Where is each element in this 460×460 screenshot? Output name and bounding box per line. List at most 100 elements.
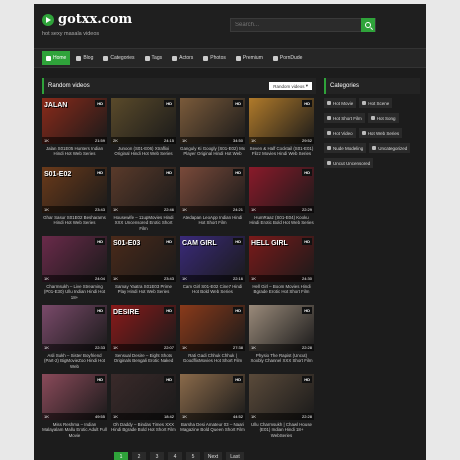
video-thumbnail[interactable]: HD 2K 24:15 — [111, 98, 176, 144]
nav-porndude[interactable]: PornDude — [269, 51, 307, 65]
video-thumbnail[interactable]: HD 1K 22:28 — [249, 374, 314, 420]
video-title[interactable]: Ullu Charmsukh | Chawl House (E01) India… — [249, 422, 314, 438]
hd-badge: HD — [302, 376, 312, 383]
category-tag[interactable]: Hot Movie — [324, 98, 357, 108]
category-tag[interactable]: Hot Song — [367, 113, 399, 123]
video-thumbnail[interactable]: HD 1K 22:46 — [111, 167, 176, 213]
video-card[interactable]: HD 1K 24:04 Charmsukh – Live Streaming (P01… — [42, 236, 107, 305]
page-last[interactable]: Last — [226, 452, 244, 460]
video-title[interactable]: Atedapan LeoApp Indian Hindi Hot Short F… — [180, 215, 245, 231]
logo-text: gotxx.com — [58, 12, 133, 27]
video-meta: 1K 22:28 — [249, 344, 314, 351]
video-title[interactable]: Junoon (S01-E06) Xtraflixi Original Hind… — [111, 146, 176, 162]
video-title[interactable]: Sensual Desire – Eight Shots Originals B… — [111, 353, 176, 369]
video-thumbnail[interactable]: JALAN HD 1K 21:59 — [42, 98, 107, 144]
category-tag[interactable]: Hot Short Film — [324, 113, 365, 123]
video-thumbnail[interactable]: HD 1K 49:55 — [42, 374, 107, 420]
video-title[interactable]: Hell Girl – Boom Movies Hindi Bgrade Ero… — [249, 284, 314, 300]
view-count: 1K — [113, 276, 118, 281]
video-card[interactable]: HD 1K 27:38 Rati Gadi Chhuk Chhuk | Goodfli… — [180, 305, 245, 374]
video-card[interactable]: DESIRE HD 1K 22:07 Sensual Desire – Eight Sh… — [111, 305, 176, 374]
hd-badge: HD — [233, 169, 243, 176]
video-thumbnail[interactable]: HD 1K 44:52 — [180, 374, 245, 420]
video-thumbnail[interactable]: HD 1K 34:50 — [180, 98, 245, 144]
video-thumbnail[interactable]: HD 1K 24:04 — [42, 236, 107, 282]
video-title[interactable]: Asli Sukh – Sister Boyfriend (Part-2) Bi… — [42, 353, 107, 369]
video-thumbnail[interactable]: HD 1K 22:29 — [249, 167, 314, 213]
page-frame: gotxx.com hot sexy masala videos Home Blo… — [34, 4, 426, 460]
video-title[interactable]: Seven & Half Cocktail (S01-E01) Flizz Mo… — [249, 146, 314, 162]
video-title[interactable]: Physio The Rapist (Uncut) Xoxbly Channel… — [249, 353, 314, 369]
video-card[interactable]: HD 1K 22:33 Asli Sukh – Sister Boyfriend (P… — [42, 305, 107, 374]
page-next[interactable]: Next — [204, 452, 222, 460]
video-card[interactable]: S01-E03 HD 1K 23:43 Samay Yaatra S01E03 Prim… — [111, 236, 176, 305]
video-title[interactable]: Jalan S01E05 Hunters Indian Hindi Hot We… — [42, 146, 107, 162]
video-thumbnail[interactable]: HD 1K 22:33 — [42, 305, 107, 351]
video-title[interactable]: Oh Daddy – Bindas Times XXX Hindi Bgrade… — [111, 422, 176, 438]
page-2[interactable]: 2 — [132, 452, 146, 460]
nav-home[interactable]: Home — [42, 51, 71, 65]
video-card[interactable]: HD 1K 34:50 Ganguly Ki Googly (S01-E02) Mx … — [180, 98, 245, 167]
page-1[interactable]: 1 — [114, 452, 128, 460]
video-thumbnail[interactable]: DESIRE HD 1K 22:07 — [111, 305, 176, 351]
nav-categories[interactable]: Categories — [99, 51, 138, 65]
video-title[interactable]: Ghar Sasur S01E02 Besharams Hindi Hot We… — [42, 215, 107, 231]
page-5[interactable]: 5 — [186, 452, 200, 460]
video-grid: JALAN HD 1K 21:59 Jalan S01E05 Hunters India… — [42, 98, 316, 443]
search-button[interactable] — [361, 18, 375, 32]
page-3[interactable]: 3 — [150, 452, 164, 460]
category-tag[interactable]: Uncategorized — [369, 143, 411, 153]
category-tag[interactable]: Uncut Uncensored — [324, 158, 374, 168]
nav-label: Photos — [210, 55, 226, 61]
video-thumbnail[interactable]: HELL GIRL HD 1K 24:30 — [249, 236, 314, 282]
video-card[interactable]: HD 1K 22:28 Ullu Charmsukh | Chawl House (E… — [249, 374, 314, 443]
page-4[interactable]: 4 — [168, 452, 182, 460]
video-title[interactable]: Miss Reshma – Indian Malayalam Mallu Ero… — [42, 422, 107, 438]
nav-photos[interactable]: Photos — [199, 51, 230, 65]
video-card[interactable]: HD 2K 24:15 Junoon (S01-E06) Xtraflixi Orig… — [111, 98, 176, 167]
video-card[interactable]: HD 1K 29:52 Seven & Half Cocktail (S01-E01)… — [249, 98, 314, 167]
nav-blog[interactable]: Blog — [72, 51, 97, 65]
video-card[interactable]: HD 1K 49:55 Miss Reshma – Indian Malayalam … — [42, 374, 107, 443]
site-logo[interactable]: gotxx.com — [42, 12, 132, 27]
video-title[interactable]: Rati Gadi Chhuk Chhuk | GoodflixMovies H… — [180, 353, 245, 369]
nav-label: Blog — [83, 55, 94, 61]
video-thumbnail[interactable]: S01-E03 HD 1K 23:43 — [111, 236, 176, 282]
video-thumbnail[interactable]: HD 1K 22:28 — [249, 305, 314, 351]
video-title[interactable]: Housewife – 11upMovies Hindi XXX Uncenso… — [111, 215, 176, 231]
nav-premium[interactable]: Premium — [232, 51, 267, 65]
sort-dropdown[interactable]: Random videos ▾ — [269, 82, 312, 90]
video-title[interactable]: HumRaaz (S01-E04) Kooku Hindi Erotic Bol… — [249, 215, 314, 231]
video-thumbnail[interactable]: CAM GIRL HD 1K 22:16 — [180, 236, 245, 282]
nav-actors[interactable]: Actors — [168, 51, 197, 65]
video-meta: 2K 24:15 — [111, 137, 176, 144]
video-card[interactable]: HD 1K 24:21 Atedapan LeoApp Indian Hindi Ho… — [180, 167, 245, 236]
category-tag[interactable]: Nude Modeling — [324, 143, 367, 153]
search-input[interactable] — [230, 18, 376, 32]
video-title[interactable]: Ganguly Ki Googly (S01-E02) Mx Player Or… — [180, 146, 245, 162]
category-tag[interactable]: Hot Scene — [359, 98, 393, 108]
video-thumbnail[interactable]: HD 1K 24:21 — [180, 167, 245, 213]
video-card[interactable]: HELL GIRL HD 1K 24:30 Hell Girl – Boom Movie… — [249, 236, 314, 305]
video-card[interactable]: HD 1K 44:52 Barsha Desi Amateur 03 – Naari … — [180, 374, 245, 443]
video-duration: 22:29 — [301, 207, 312, 212]
view-count: 1K — [182, 138, 187, 143]
video-thumbnail[interactable]: S01-E02 HD 1K 23:43 — [42, 167, 107, 213]
video-thumbnail[interactable]: HD 1K 27:38 — [180, 305, 245, 351]
video-thumbnail[interactable]: HD 1K 29:52 — [249, 98, 314, 144]
category-tag[interactable]: Hot Web Series — [358, 128, 403, 138]
video-title[interactable]: Charmsukh – Live Streaming (P01-E30) Ull… — [42, 284, 107, 300]
nav-tags[interactable]: Tags — [141, 51, 167, 65]
video-card[interactable]: JALAN HD 1K 21:59 Jalan S01E05 Hunters India… — [42, 98, 107, 167]
video-title[interactable]: Samay Yaatra S01E03 Prime Play Hindi Hot… — [111, 284, 176, 300]
video-thumbnail[interactable]: HD 1K 18:42 — [111, 374, 176, 420]
video-title[interactable]: Barsha Desi Amateur 03 – Naari Magazine … — [180, 422, 245, 438]
video-title[interactable]: Cam Girl S01-E02 Cine7 Hindi Hot Bold We… — [180, 284, 245, 300]
video-card[interactable]: HD 1K 22:46 Housewife – 11upMovies Hindi XX… — [111, 167, 176, 236]
video-card[interactable]: HD 1K 18:42 Oh Daddy – Bindas Times XXX Hin… — [111, 374, 176, 443]
video-card[interactable]: CAM GIRL HD 1K 22:16 Cam Girl S01-E02 Cine7 … — [180, 236, 245, 305]
category-tag[interactable]: Hot Video — [324, 128, 356, 138]
video-card[interactable]: HD 1K 22:28 Physio The Rapist (Uncut) Xoxbl… — [249, 305, 314, 374]
video-card[interactable]: HD 1K 22:29 HumRaaz (S01-E04) Kooku Hindi E… — [249, 167, 314, 236]
video-card[interactable]: S01-E02 HD 1K 23:43 Ghar Sasur S01E02 Beshar… — [42, 167, 107, 236]
